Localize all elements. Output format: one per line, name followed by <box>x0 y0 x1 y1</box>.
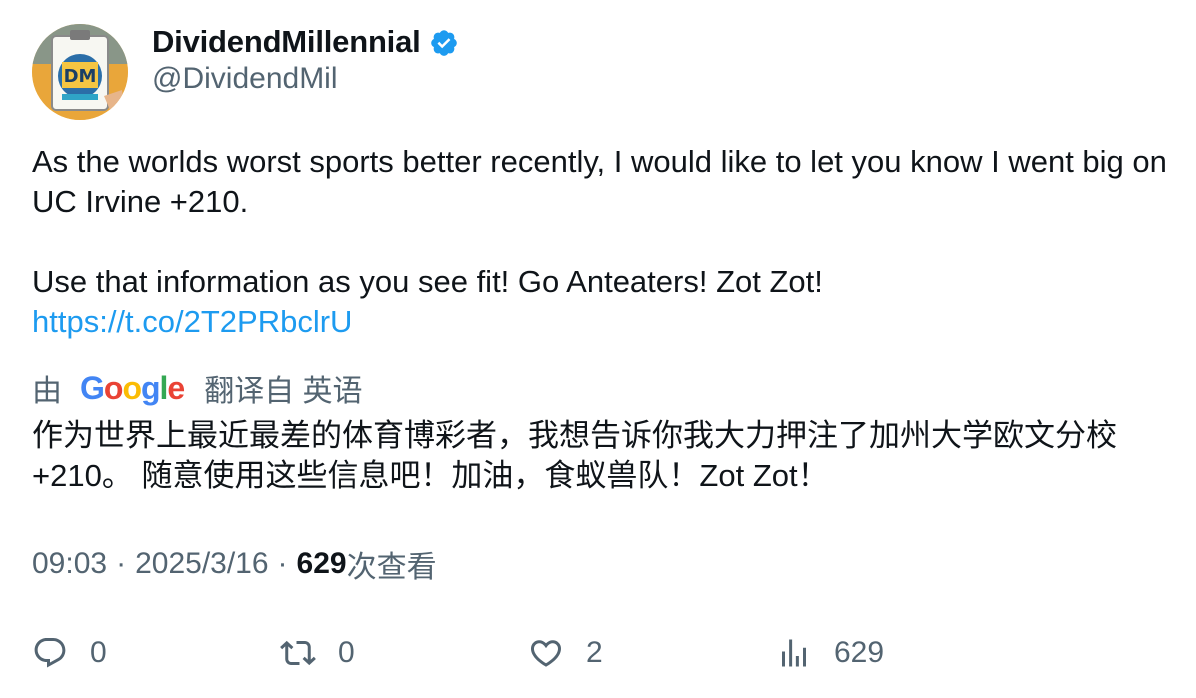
reply-icon <box>34 638 66 668</box>
meta-separator: · <box>277 547 288 580</box>
author-handle[interactable]: @DividendMil <box>152 62 338 96</box>
translated-by-label: 由 <box>32 375 62 408</box>
tweet-meta: 09:03 · 2025/3/16 · 629 次查看 <box>32 544 437 584</box>
tweet-text-line: As the worlds worst sports better recent… <box>32 144 1167 219</box>
analytics-icon <box>782 639 806 667</box>
verified-badge-icon[interactable] <box>429 28 459 58</box>
heart-icon <box>530 640 562 667</box>
retweet-button[interactable]: 0 <box>280 628 355 678</box>
tweet-body: As the worlds worst sports better recent… <box>32 142 1172 342</box>
avatar-image: DM <box>32 24 128 120</box>
reply-button[interactable]: 0 <box>32 628 107 678</box>
tweet-time[interactable]: 09:03 <box>32 547 107 581</box>
retweet-icon <box>280 640 316 666</box>
action-bar: 0 0 2 629 <box>32 628 1172 678</box>
views-button[interactable]: 629 <box>776 628 884 678</box>
author-name-row: DividendMillennial <box>152 22 459 62</box>
translation-attribution: 由 Google 翻译自 英语 <box>32 366 363 410</box>
like-button[interactable]: 2 <box>528 628 603 678</box>
views-count: 629 <box>296 547 347 580</box>
like-count: 2 <box>586 636 603 669</box>
views-action-count: 629 <box>834 636 885 669</box>
tweet-link[interactable]: https://t.co/2T2PRbclrU <box>32 304 352 339</box>
google-logo-icon: Google <box>80 369 185 406</box>
meta-separator: · <box>116 547 127 580</box>
retweet-count: 0 <box>338 636 355 669</box>
svg-text:DM: DM <box>64 66 97 87</box>
reply-count: 0 <box>90 636 107 669</box>
tweet-text-line: Use that information as you see fit! Go … <box>32 264 823 299</box>
avatar[interactable]: DM <box>32 24 128 120</box>
author-display-name[interactable]: DividendMillennial <box>152 24 421 60</box>
translated-tweet-text: 作为世界上最近最差的体育博彩者，我想告诉你我大力押注了加州大学欧文分校 +210… <box>32 418 1117 493</box>
tweet-date[interactable]: 2025/3/16 <box>135 547 268 581</box>
translated-from-label: 翻译自 英语 <box>204 375 363 408</box>
views-label: 次查看 <box>346 551 437 584</box>
